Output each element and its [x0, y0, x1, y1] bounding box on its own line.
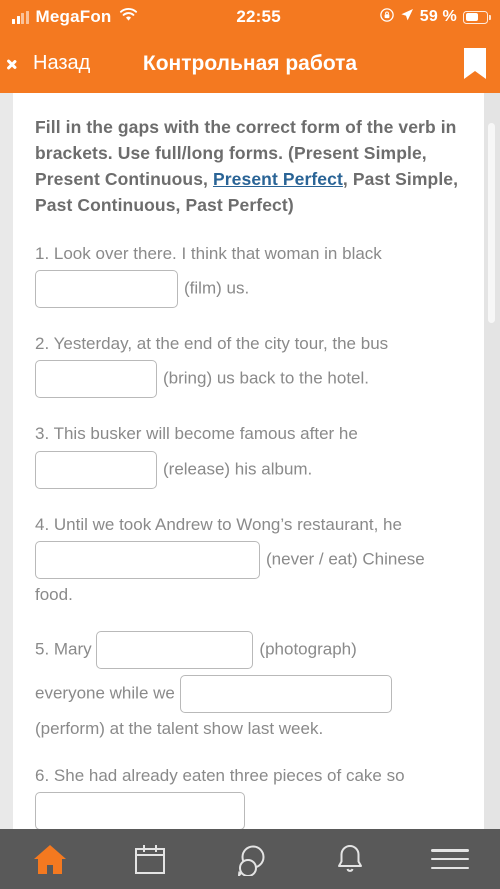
question-6-input[interactable]	[35, 791, 245, 829]
chat-bubble-icon	[230, 843, 270, 876]
battery-percent-label: 59 %	[419, 8, 457, 25]
question-1-input[interactable]	[35, 269, 178, 308]
bottom-nav-bar	[0, 829, 500, 889]
question-5-text-2: (photograph)	[259, 639, 357, 659]
status-bar-left: MegaFon	[12, 7, 138, 27]
question-5: 5. Mary (photograph) everyone while we (…	[35, 628, 462, 742]
calendar-icon	[132, 843, 168, 876]
question-2: 2. Yesterday, at the end of the city tou…	[35, 331, 462, 401]
bell-icon	[334, 843, 366, 876]
question-4-text-after: (never / eat) Chinese	[266, 549, 425, 569]
chevron-left-icon	[14, 53, 27, 75]
nav-item-messages[interactable]	[200, 829, 300, 889]
question-4-text-tail: food.	[35, 584, 73, 604]
scrollbar-track[interactable]	[484, 93, 500, 829]
rotation-lock-icon	[379, 7, 394, 27]
nav-item-calendar[interactable]	[100, 829, 200, 889]
bookmark-icon[interactable]	[464, 48, 486, 79]
question-2-text-before: 2. Yesterday, at the end of the city tou…	[35, 333, 389, 353]
question-2-input[interactable]	[35, 360, 157, 399]
home-icon	[32, 843, 68, 876]
scrollbar-thumb[interactable]	[488, 123, 495, 323]
question-5-input-2[interactable]	[179, 675, 392, 714]
battery-icon	[463, 10, 491, 24]
question-3-text-before: 3. This busker will become famous after …	[35, 424, 358, 444]
signal-bars-icon	[12, 10, 29, 24]
present-perfect-link[interactable]: Present Perfect	[213, 169, 343, 189]
question-1-text-after: (film) us.	[184, 278, 250, 298]
question-4: 4. Until we took Andrew to Wong’s restau…	[35, 512, 462, 609]
question-1-text-before: 1. Look over there. I think that woman i…	[35, 243, 382, 263]
back-button[interactable]: Назад	[14, 52, 90, 75]
question-4-text-before: 4. Until we took Andrew to Wong’s restau…	[35, 514, 402, 534]
question-2-text-after: (bring) us back to the hotel.	[163, 368, 370, 388]
clock: 22:55	[236, 7, 281, 26]
question-6: 6. She had already eaten three pieces of…	[35, 763, 462, 829]
task-instruction: Fill in the gaps with the correct form o…	[35, 115, 462, 219]
question-3-input[interactable]	[35, 450, 157, 489]
content-area: Fill in the gaps with the correct form o…	[0, 93, 500, 829]
hamburger-menu-icon	[431, 849, 469, 869]
task-card: Fill in the gaps with the correct form o…	[13, 93, 484, 829]
question-5-text-4: (perform) at the talent show last week.	[35, 719, 324, 739]
nav-item-notifications[interactable]	[300, 829, 400, 889]
left-gutter	[0, 93, 13, 829]
app-header: Назад Контрольная работа	[0, 34, 500, 93]
back-button-label: Назад	[33, 52, 91, 74]
question-5-text-3: everyone while we	[35, 683, 175, 703]
question-6-text-before: 6. She had already eaten three pieces of…	[35, 765, 405, 785]
question-5-text-1: 5. Mary	[35, 639, 92, 659]
question-4-input[interactable]	[35, 540, 260, 579]
question-5-input-1[interactable]	[96, 631, 254, 670]
nav-item-home[interactable]	[0, 829, 100, 889]
question-1: 1. Look over there. I think that woman i…	[35, 241, 462, 311]
wifi-icon	[119, 7, 138, 27]
phone-screen: MegaFon 22:55 59 % Назад Контрольная раб…	[0, 0, 500, 889]
carrier-label: MegaFon	[35, 7, 112, 26]
question-3: 3. This busker will become famous after …	[35, 421, 462, 491]
nav-item-menu[interactable]	[400, 829, 500, 889]
status-bar: MegaFon 22:55 59 %	[0, 0, 500, 34]
location-arrow-icon	[400, 7, 414, 27]
question-3-text-after: (release) his album.	[163, 459, 313, 479]
status-bar-right: 59 %	[379, 7, 491, 27]
